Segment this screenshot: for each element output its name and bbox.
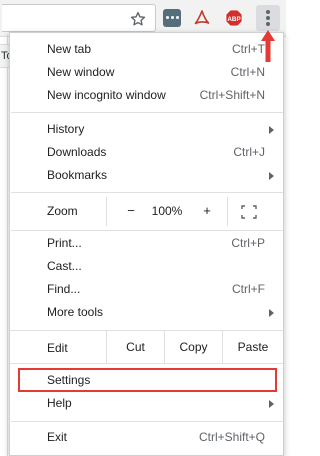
menu-item-label: Cast... (47, 259, 82, 273)
menu-item-label: Downloads (47, 145, 107, 159)
zoom-level: 100% (151, 204, 183, 218)
page-edge (0, 34, 8, 456)
menu-item-find[interactable]: Find... Ctrl+F (10, 278, 283, 301)
menu-item-label: New tab (47, 42, 92, 56)
fullscreen-icon[interactable] (241, 205, 257, 219)
menu-item-shortcut: Ctrl+P (231, 236, 265, 250)
menu-item-downloads[interactable]: Downloads Ctrl+J (10, 141, 283, 164)
menu-item-print[interactable]: Print... Ctrl+P (10, 232, 283, 255)
menu-item-bookmarks[interactable]: Bookmarks (10, 164, 283, 187)
menu-item-new-window[interactable]: New window Ctrl+N (10, 61, 283, 84)
address-bar[interactable] (2, 4, 156, 32)
chrome-menu-button[interactable] (256, 5, 280, 31)
menu-separator (11, 230, 283, 231)
menu-item-new-incognito-window[interactable]: New incognito window Ctrl+Shift+N (10, 84, 283, 107)
menu-item-label: More tools (47, 305, 104, 319)
menu-item-label: Find... (47, 282, 81, 296)
menu-separator (11, 192, 283, 193)
zoom-out-button[interactable]: − (124, 203, 138, 218)
menu-item-help[interactable]: Help (10, 392, 283, 415)
menu-item-shortcut: Ctrl+Shift+Q (198, 430, 265, 444)
abp-text: ABP (227, 16, 240, 23)
menu-item-label: Exit (47, 430, 68, 444)
menu-item-shortcut: Ctrl+F (232, 282, 265, 296)
submenu-arrow-icon (269, 126, 274, 134)
star-icon[interactable] (129, 10, 147, 28)
submenu-arrow-icon (269, 172, 274, 180)
menu-item-label: Help (47, 396, 72, 410)
settings-highlight-box (18, 368, 277, 392)
zoom-in-button[interactable]: + (200, 203, 214, 218)
menu-item-label: Bookmarks (47, 168, 108, 182)
menu-item-shortcut: Ctrl+Shift+N (199, 88, 265, 102)
submenu-arrow-icon (269, 400, 274, 408)
red-arrow-up-icon (261, 30, 275, 62)
menu-item-more-tools[interactable]: More tools (10, 301, 283, 324)
zoom-label: Zoom (47, 204, 78, 218)
menu-item-label: History (47, 122, 85, 136)
vertical-dots-icon (266, 10, 270, 14)
menu-item-new-tab[interactable]: New tab Ctrl+T (10, 38, 283, 61)
chrome-menu: New tab Ctrl+T New window Ctrl+N New inc… (9, 32, 284, 456)
edit-label: Edit (47, 341, 68, 355)
edit-row: Edit Cut Copy Paste (10, 330, 283, 364)
menu-item-label: New incognito window (47, 88, 166, 102)
acrobat-icon[interactable] (194, 9, 210, 27)
adblock-plus-icon[interactable]: ABP (224, 9, 244, 27)
menu-separator (11, 112, 283, 113)
menu-item-cast[interactable]: Cast... (10, 255, 283, 278)
menu-item-shortcut: Ctrl+N (230, 65, 265, 79)
menu-item-exit[interactable]: Exit Ctrl+Shift+Q (10, 426, 283, 449)
paste-button[interactable]: Paste (222, 331, 283, 363)
menu-separator (11, 421, 283, 422)
zoom-controls: − 100% + (106, 197, 228, 226)
menu-item-shortcut: Ctrl+J (233, 145, 265, 159)
copy-button[interactable]: Copy (164, 331, 222, 363)
menu-item-label: New window (47, 65, 115, 79)
cut-button[interactable]: Cut (106, 331, 164, 363)
submenu-arrow-icon (269, 309, 274, 317)
more-horizontal-extension-icon[interactable] (163, 9, 181, 27)
menu-item-history[interactable]: History (10, 118, 283, 141)
zoom-row: Zoom − 100% + (10, 197, 283, 226)
menu-item-label: Print... (47, 236, 82, 250)
